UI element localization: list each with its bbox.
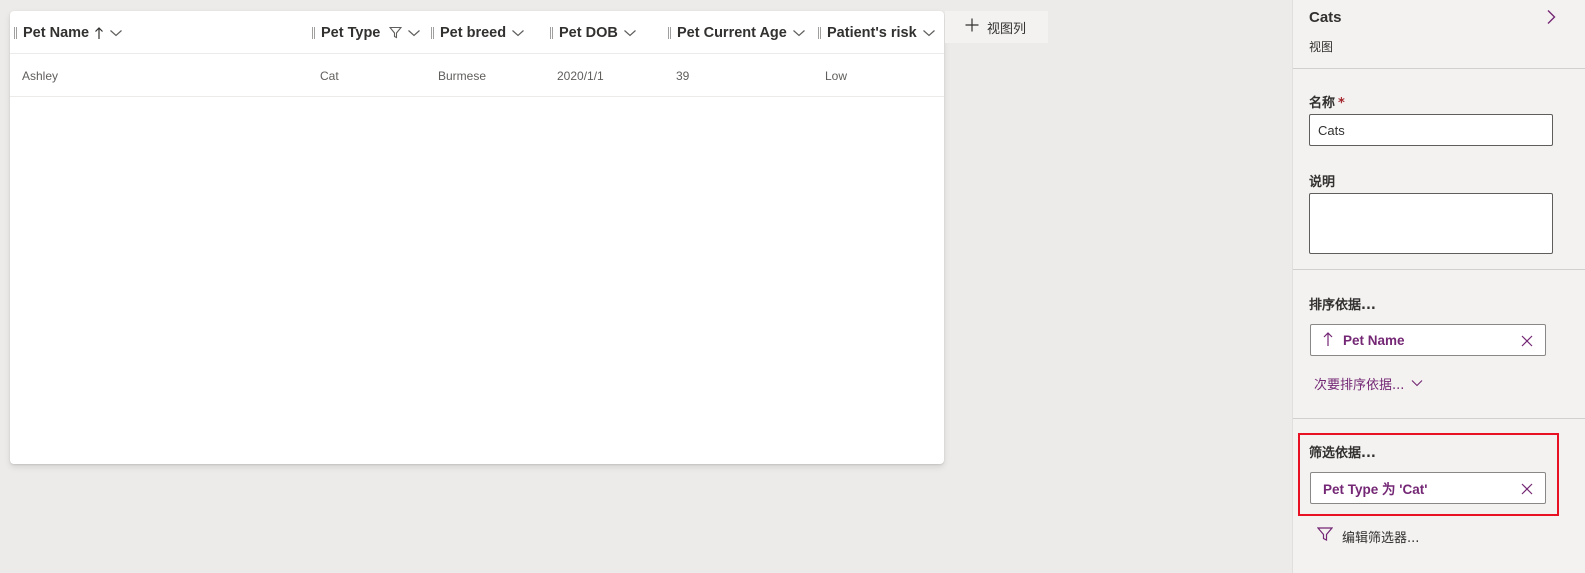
column-label: Pet DOB	[559, 24, 618, 41]
column-resize-grip[interactable]	[14, 26, 17, 39]
cell-patients-risk[interactable]: Low	[825, 54, 847, 97]
cell-pet-type[interactable]: Cat	[320, 54, 339, 97]
sort-chip[interactable]: Pet Name	[1310, 324, 1546, 356]
edit-filter-label: 编辑筛选器...	[1342, 530, 1420, 546]
chevron-down-icon[interactable]	[922, 28, 936, 38]
column-resize-grip[interactable]	[668, 26, 671, 39]
sort-ascending-icon	[1323, 331, 1333, 350]
column-label: Pet Type	[321, 24, 381, 41]
filter-by-label: 筛选依据...	[1309, 446, 1376, 461]
chevron-down-icon[interactable]	[623, 28, 637, 38]
column-resize-grip[interactable]	[431, 26, 434, 39]
chevron-down-icon[interactable]	[511, 28, 525, 38]
column-resize-grip[interactable]	[550, 26, 553, 39]
column-label: Patient's risk	[827, 24, 917, 41]
plus-icon	[965, 18, 979, 36]
panel-subtitle: 视图	[1309, 40, 1334, 54]
column-header-pet-type[interactable]: Pet Type	[312, 11, 421, 54]
column-header-pet-dob[interactable]: Pet DOB	[550, 11, 637, 54]
column-header-pet-breed[interactable]: Pet breed	[431, 11, 525, 54]
column-header-pet-name[interactable]: Pet Name	[14, 11, 123, 54]
data-grid: Pet Name Pet Type Pet breed Pet DOB Pet …	[10, 11, 944, 464]
table-row[interactable]: Ashley Cat Burmese 2020/1/1 39 Low	[10, 54, 944, 97]
column-resize-grip[interactable]	[312, 26, 315, 39]
view-properties-panel: Cats 视图 名称* 说明 排序依据... Pet Name 次要排序依据..…	[1292, 0, 1585, 573]
secondary-sort-label: 次要排序依据...	[1314, 378, 1405, 393]
chevron-down-icon[interactable]	[407, 28, 421, 38]
sort-chip-label: Pet Name	[1343, 332, 1405, 348]
column-label: Pet Current Age	[677, 24, 787, 41]
sort-ascending-icon	[94, 26, 104, 40]
edit-filter-button[interactable]: 编辑筛选器...	[1316, 526, 1420, 546]
filter-chip-label: Pet Type 为 'Cat'	[1323, 482, 1428, 497]
chevron-right-icon	[1546, 9, 1556, 29]
name-label-text: 名称	[1309, 96, 1336, 111]
filter-icon	[389, 26, 403, 39]
cell-pet-breed[interactable]: Burmese	[438, 54, 486, 97]
description-field-label: 说明	[1309, 175, 1336, 190]
secondary-sort-link[interactable]: 次要排序依据...	[1314, 374, 1423, 393]
description-field[interactable]	[1309, 193, 1553, 254]
required-asterisk: *	[1338, 96, 1345, 111]
divider	[1293, 269, 1585, 270]
add-view-column-button[interactable]: 视图列	[945, 11, 1048, 43]
grid-header: Pet Name Pet Type Pet breed Pet DOB Pet …	[10, 11, 944, 54]
column-header-pet-current-age[interactable]: Pet Current Age	[668, 11, 806, 54]
filter-chip[interactable]: Pet Type 为 'Cat'	[1310, 472, 1546, 504]
app-stage: Pet Name Pet Type Pet breed Pet DOB Pet …	[0, 0, 1585, 573]
chevron-down-icon	[1411, 376, 1423, 391]
collapse-panel-button[interactable]	[1541, 9, 1561, 29]
chevron-down-icon[interactable]	[109, 28, 123, 38]
add-column-label: 视图列	[987, 21, 1027, 37]
cell-pet-name[interactable]: Ashley	[22, 54, 58, 97]
close-icon[interactable]	[1519, 481, 1535, 497]
sort-by-label: 排序依据...	[1309, 298, 1376, 313]
column-label: Pet Name	[23, 24, 90, 41]
cell-pet-current-age[interactable]: 39	[676, 54, 689, 97]
name-field[interactable]	[1309, 114, 1553, 146]
filter-icon	[1316, 526, 1334, 546]
cell-pet-dob[interactable]: 2020/1/1	[557, 54, 604, 97]
column-resize-grip[interactable]	[818, 26, 821, 39]
column-header-patients-risk[interactable]: Patient's risk	[818, 11, 936, 54]
name-field-label: 名称 *	[1309, 92, 1345, 111]
column-label: Pet breed	[440, 24, 507, 41]
close-icon[interactable]	[1519, 333, 1535, 349]
chevron-down-icon[interactable]	[792, 28, 806, 38]
panel-title: Cats	[1309, 9, 1342, 26]
divider	[1293, 418, 1585, 419]
divider	[1293, 68, 1585, 69]
